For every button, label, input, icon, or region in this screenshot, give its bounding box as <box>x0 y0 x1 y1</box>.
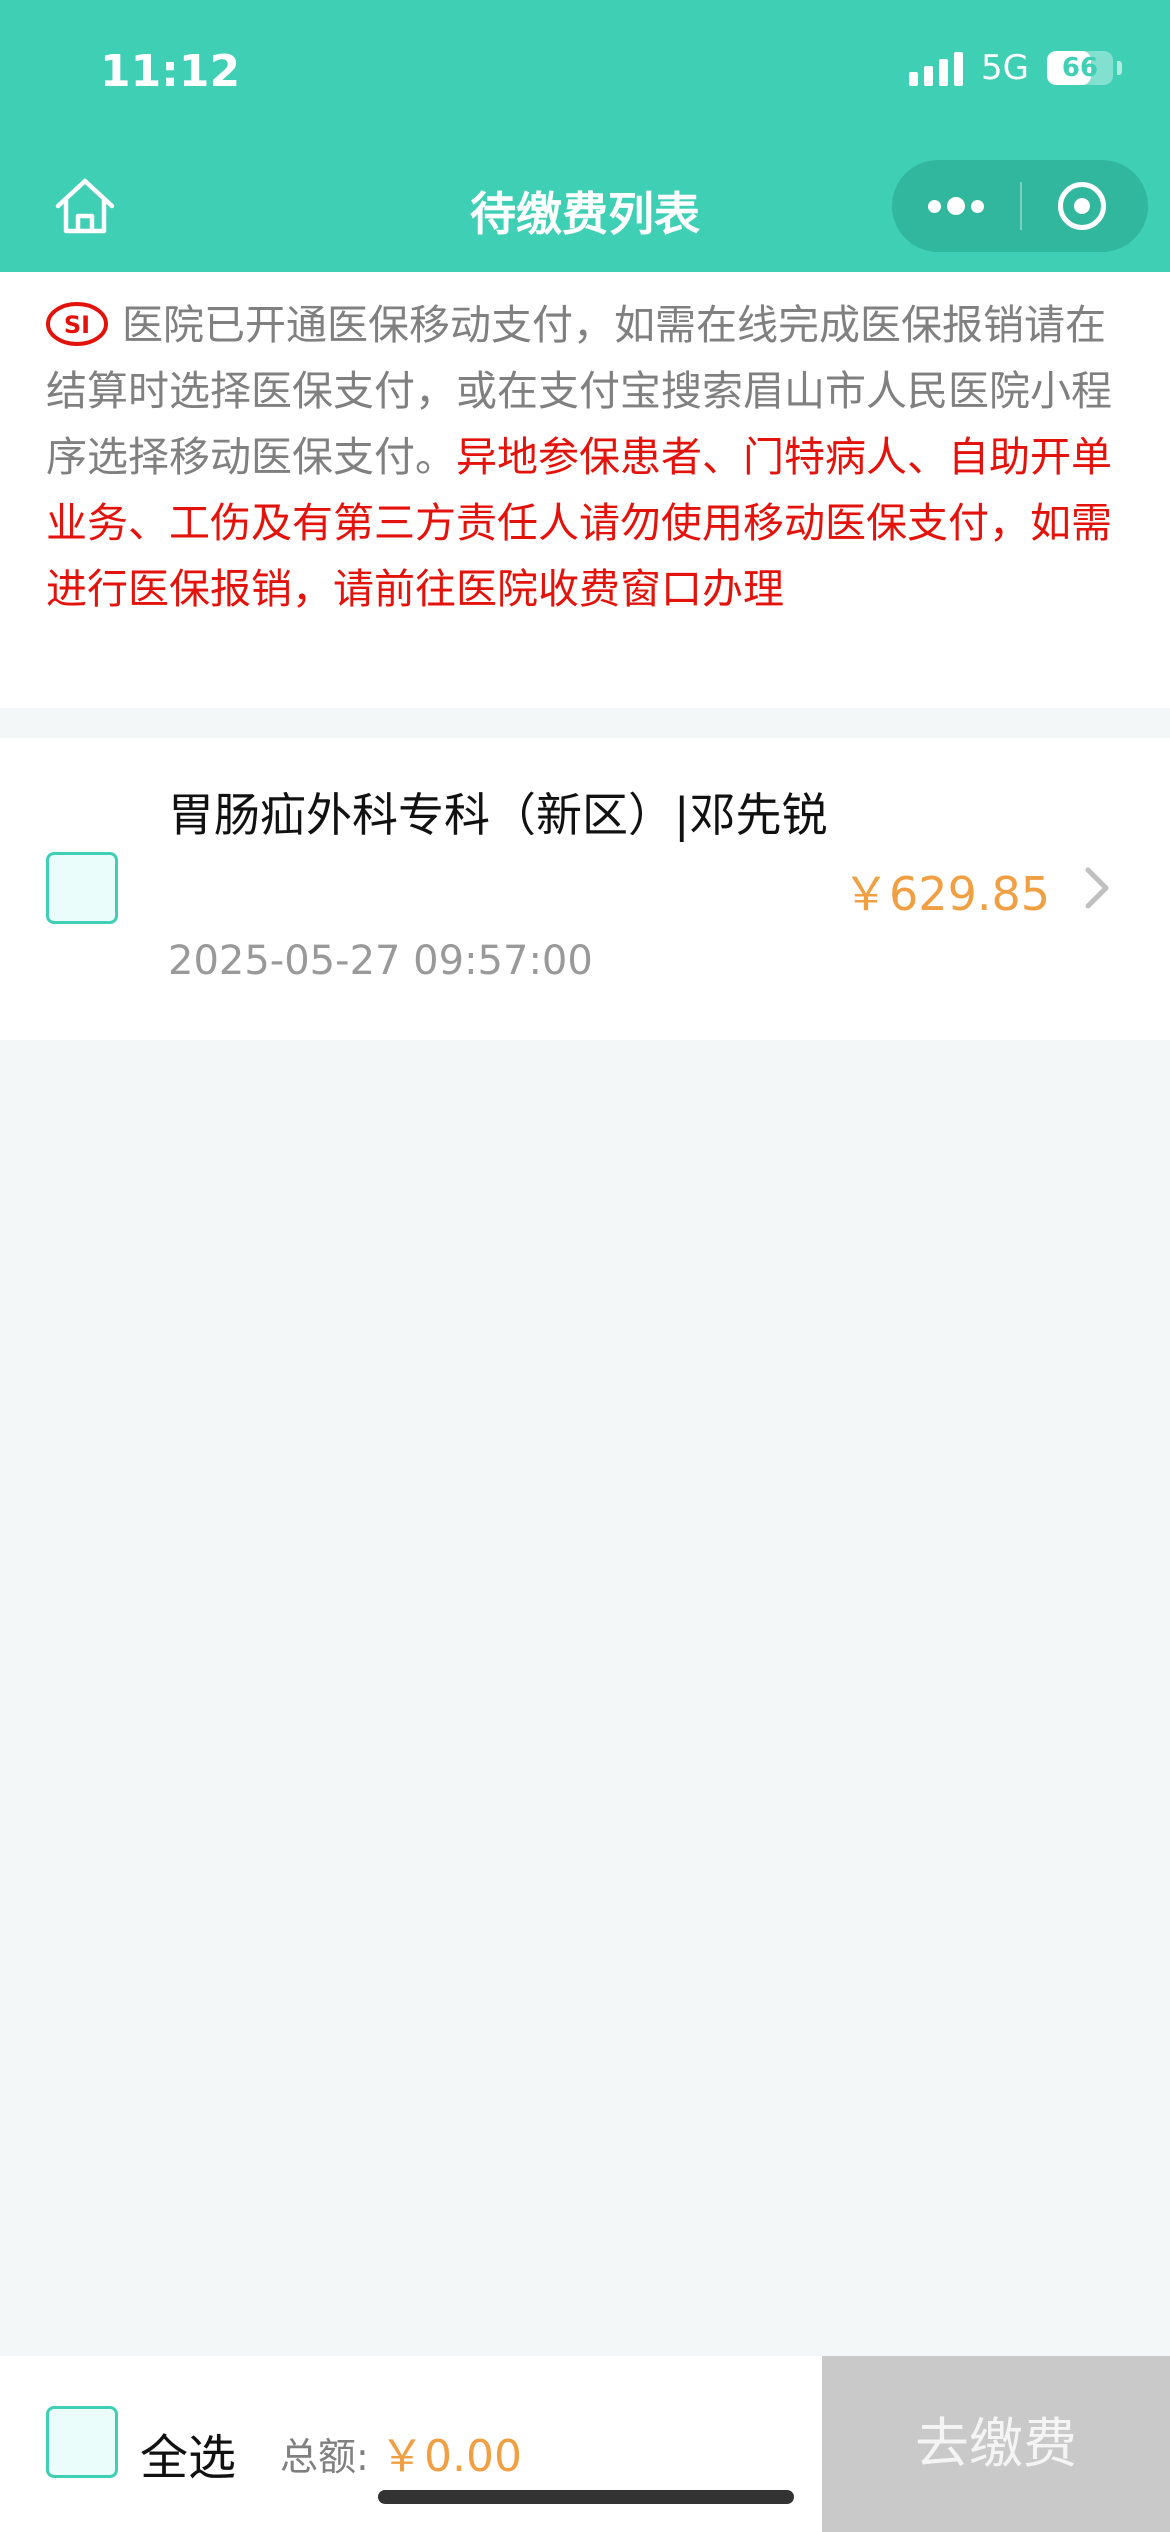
more-dots-icon[interactable] <box>928 197 984 215</box>
total-amount: ￥0.00 <box>380 2431 522 2482</box>
battery-icon: 66 <box>1047 51 1113 85</box>
battery-level: 66 <box>1061 53 1099 83</box>
status-time: 11:12 <box>100 46 241 97</box>
si-logo-icon: SI <box>46 302 108 346</box>
total-label: 总额: <box>280 2435 369 2479</box>
item-title: 胃肠疝外科专科（新区）|邓先锐 <box>168 788 828 842</box>
item-amount: ￥629.85 <box>843 867 1050 921</box>
list-item[interactable]: 胃肠疝外科专科（新区）|邓先锐 2025-05-27 09:57:00 ￥629… <box>0 738 1170 1040</box>
network-label: 5G <box>981 48 1029 88</box>
home-indicator <box>378 2490 794 2504</box>
target-icon[interactable] <box>1058 182 1106 230</box>
item-date: 2025-05-27 09:57:00 <box>168 938 593 984</box>
nav-header: 11:12 5G 66 待缴费列表 <box>0 0 1170 272</box>
footer-bar: 全选 总额: ￥0.00 去缴费 <box>0 2356 1170 2532</box>
si-logo-text: SI <box>64 311 90 339</box>
mini-program-capsule <box>892 160 1148 252</box>
select-all-label[interactable]: 全选 <box>140 2418 236 2488</box>
insurance-notice: SI 医院已开通医保移动支付，如需在线完成医保报销请在结算时选择医保支付，或在支付… <box>0 272 1170 708</box>
select-all-checkbox[interactable] <box>46 2406 118 2478</box>
pay-button[interactable]: 去缴费 <box>822 2356 1170 2532</box>
item-checkbox[interactable] <box>46 852 118 924</box>
status-icons: 5G 66 <box>909 48 1122 88</box>
notice-text: SI 医院已开通医保移动支付，如需在线完成医保报销请在结算时选择医保支付，或在支付… <box>46 292 1130 622</box>
signal-icon <box>909 50 964 86</box>
chevron-right-icon[interactable] <box>1076 864 1116 912</box>
